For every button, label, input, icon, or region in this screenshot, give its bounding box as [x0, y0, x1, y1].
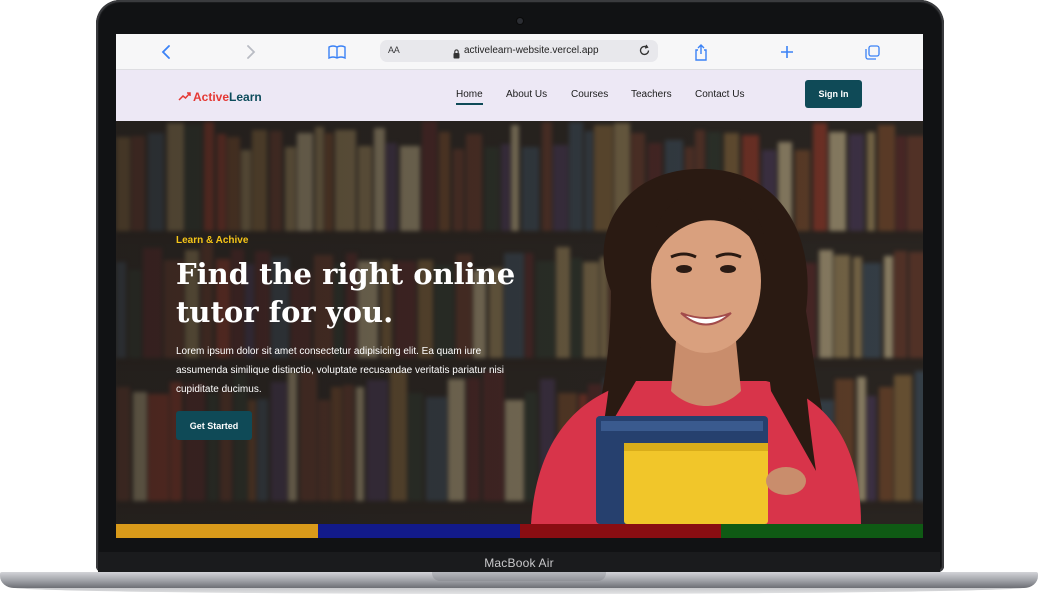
- stripe-yellow: [116, 524, 318, 538]
- stripe-blue: [317, 524, 520, 538]
- hero-description: Lorem ipsum dolor sit amet consectetur a…: [176, 346, 504, 395]
- nav-home[interactable]: Home: [456, 89, 483, 105]
- sign-in-button[interactable]: Sign In: [805, 80, 862, 108]
- url-text: activelearn-website.vercel.app: [464, 45, 599, 56]
- screen: AA activelearn-website.vercel.app Active…: [116, 34, 923, 538]
- hero-headline-line2: tutor for you.: [176, 295, 394, 329]
- color-stripes: [116, 524, 923, 538]
- bookmarks-icon[interactable]: [327, 42, 347, 62]
- nav-contact-us[interactable]: Contact Us: [695, 89, 744, 100]
- nav-about-us[interactable]: About Us: [506, 89, 547, 100]
- camera-dot: [517, 18, 523, 24]
- new-tab-icon[interactable]: [777, 42, 797, 62]
- site-header: Active Learn Home About Us Courses Teache…: [116, 70, 923, 121]
- nav-teachers[interactable]: Teachers: [631, 89, 672, 100]
- laptop-notch: [432, 572, 606, 581]
- hero-section: Learn & Achive Find the right online tut…: [116, 121, 923, 524]
- nav-courses[interactable]: Courses: [571, 89, 608, 100]
- stripe-green: [721, 524, 923, 538]
- text-size-button[interactable]: AA: [388, 45, 400, 55]
- logo-text-active: Active: [193, 90, 230, 104]
- hero-headline-line1: Find the right online: [176, 257, 516, 291]
- get-started-button[interactable]: Get Started: [176, 411, 252, 440]
- browser-toolbar: AA activelearn-website.vercel.app: [116, 34, 923, 70]
- reload-icon[interactable]: [638, 44, 651, 62]
- forward-icon[interactable]: [241, 42, 261, 62]
- address-bar[interactable]: AA activelearn-website.vercel.app: [380, 40, 658, 62]
- trending-up-icon: [178, 88, 191, 106]
- site-logo[interactable]: Active Learn: [178, 88, 262, 106]
- logo-text-learn: Learn: [229, 90, 262, 104]
- share-icon[interactable]: [691, 42, 711, 62]
- hero-tagline: Learn & Achive: [176, 235, 249, 246]
- hero-headline: Find the right online tutor for you.: [176, 255, 536, 331]
- stripe-red: [519, 524, 722, 538]
- tabs-icon[interactable]: [862, 42, 882, 62]
- back-icon[interactable]: [156, 42, 176, 62]
- student-photo: [531, 168, 861, 524]
- device-label: MacBook Air: [484, 556, 554, 570]
- lock-icon: [453, 46, 460, 64]
